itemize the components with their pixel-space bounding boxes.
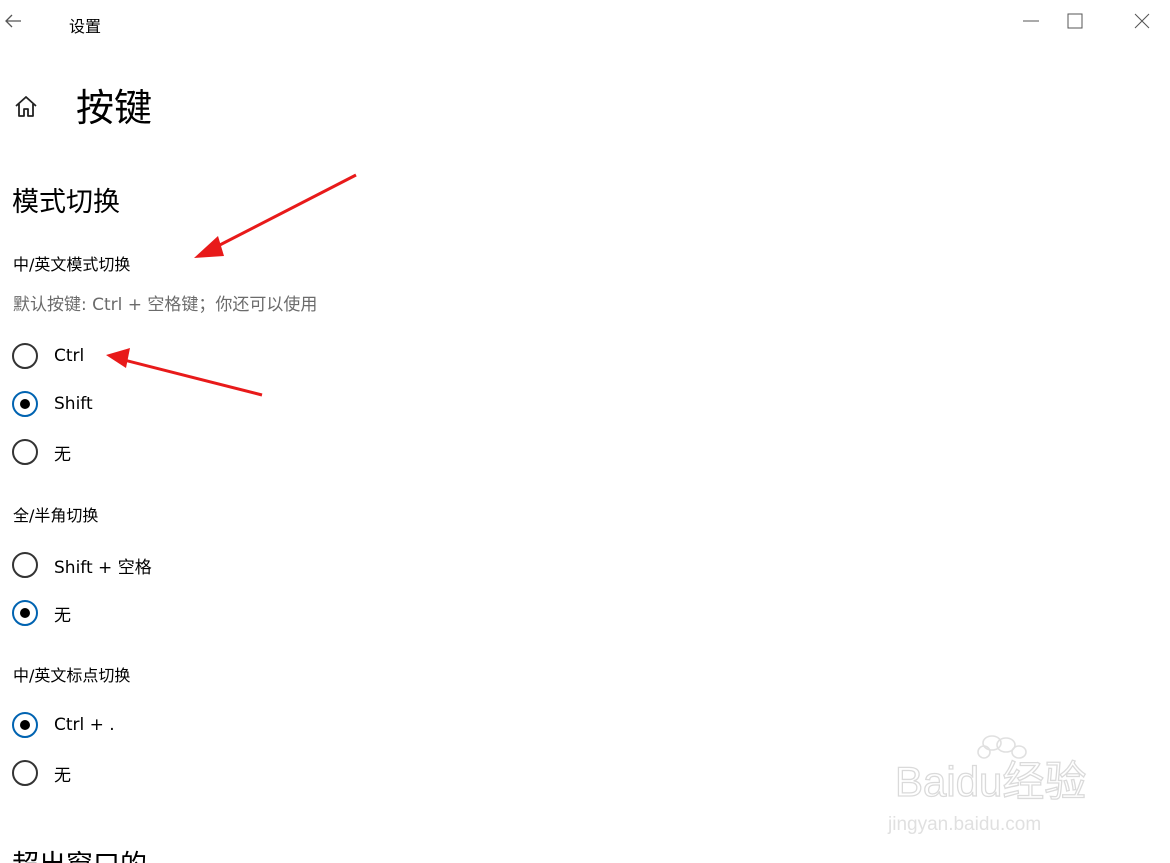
radio-label: 无 <box>54 765 71 786</box>
radio-label: 无 <box>54 605 71 626</box>
radio-mode-ctrl[interactable]: Ctrl <box>12 342 84 370</box>
radio-punct-none[interactable]: 无 <box>12 759 71 787</box>
radio-unchecked-icon[interactable] <box>12 552 38 578</box>
annotation-overlay: Baidu经验 jingyan.baidu.com <box>106 173 1087 835</box>
settings-window: 设置 按键 模式切换 中/英文模式切换 默认按键: Ctrl + 空格键；你还可… <box>0 0 1170 863</box>
radio-width-shift-space[interactable]: Shift + 空格 <box>12 551 152 579</box>
radio-unchecked-icon[interactable] <box>12 343 38 369</box>
radio-checked-icon[interactable] <box>12 600 38 626</box>
radio-mode-none[interactable]: 无 <box>12 438 71 466</box>
punct-switch-label: 中/英文标点切换 <box>13 666 131 685</box>
watermark-url: jingyan.baidu.com <box>887 814 1041 835</box>
radio-unchecked-icon[interactable] <box>12 439 38 465</box>
radio-dot <box>20 399 30 409</box>
minimize-icon[interactable] <box>1020 10 1042 32</box>
close-icon[interactable] <box>1131 10 1153 32</box>
watermark-brand: Baidu经验 <box>895 758 1086 805</box>
radio-label: Shift + 空格 <box>54 557 152 578</box>
radio-checked-icon[interactable] <box>12 391 38 417</box>
mode-switch-description: 默认按键: Ctrl + 空格键；你还可以使用 <box>13 295 318 315</box>
maximize-icon[interactable] <box>1064 10 1086 32</box>
radio-checked-icon[interactable] <box>12 712 38 738</box>
baidu-watermark: Baidu经验 jingyan.baidu.com <box>887 735 1087 835</box>
back-arrow-icon[interactable] <box>2 10 24 32</box>
next-section-title: 超出窗口的 <box>12 848 147 863</box>
radio-dot <box>20 720 30 730</box>
width-switch-label: 全/半角切换 <box>13 506 99 525</box>
paw-logo-icon <box>977 735 1027 759</box>
annotation-arrow-icon <box>194 173 357 258</box>
radio-mode-shift[interactable]: Shift <box>12 390 93 418</box>
radio-label: 无 <box>54 444 71 465</box>
window-title: 设置 <box>69 17 102 36</box>
radio-width-none[interactable]: 无 <box>12 599 71 627</box>
home-icon[interactable] <box>13 94 39 120</box>
page-title: 按键 <box>76 86 153 130</box>
radio-label: Ctrl + . <box>54 715 115 735</box>
radio-punct-ctrl-dot[interactable]: Ctrl + . <box>12 711 115 739</box>
radio-label: Ctrl <box>54 346 85 366</box>
annotation-arrow-icon <box>106 348 263 397</box>
title-bar: 设置 <box>0 0 1170 46</box>
radio-unchecked-icon[interactable] <box>12 760 38 786</box>
radio-label: Shift <box>54 394 93 414</box>
radio-dot <box>20 608 30 618</box>
mode-switch-label: 中/英文模式切换 <box>13 255 131 274</box>
section-title-mode-switch: 模式切换 <box>12 187 120 218</box>
